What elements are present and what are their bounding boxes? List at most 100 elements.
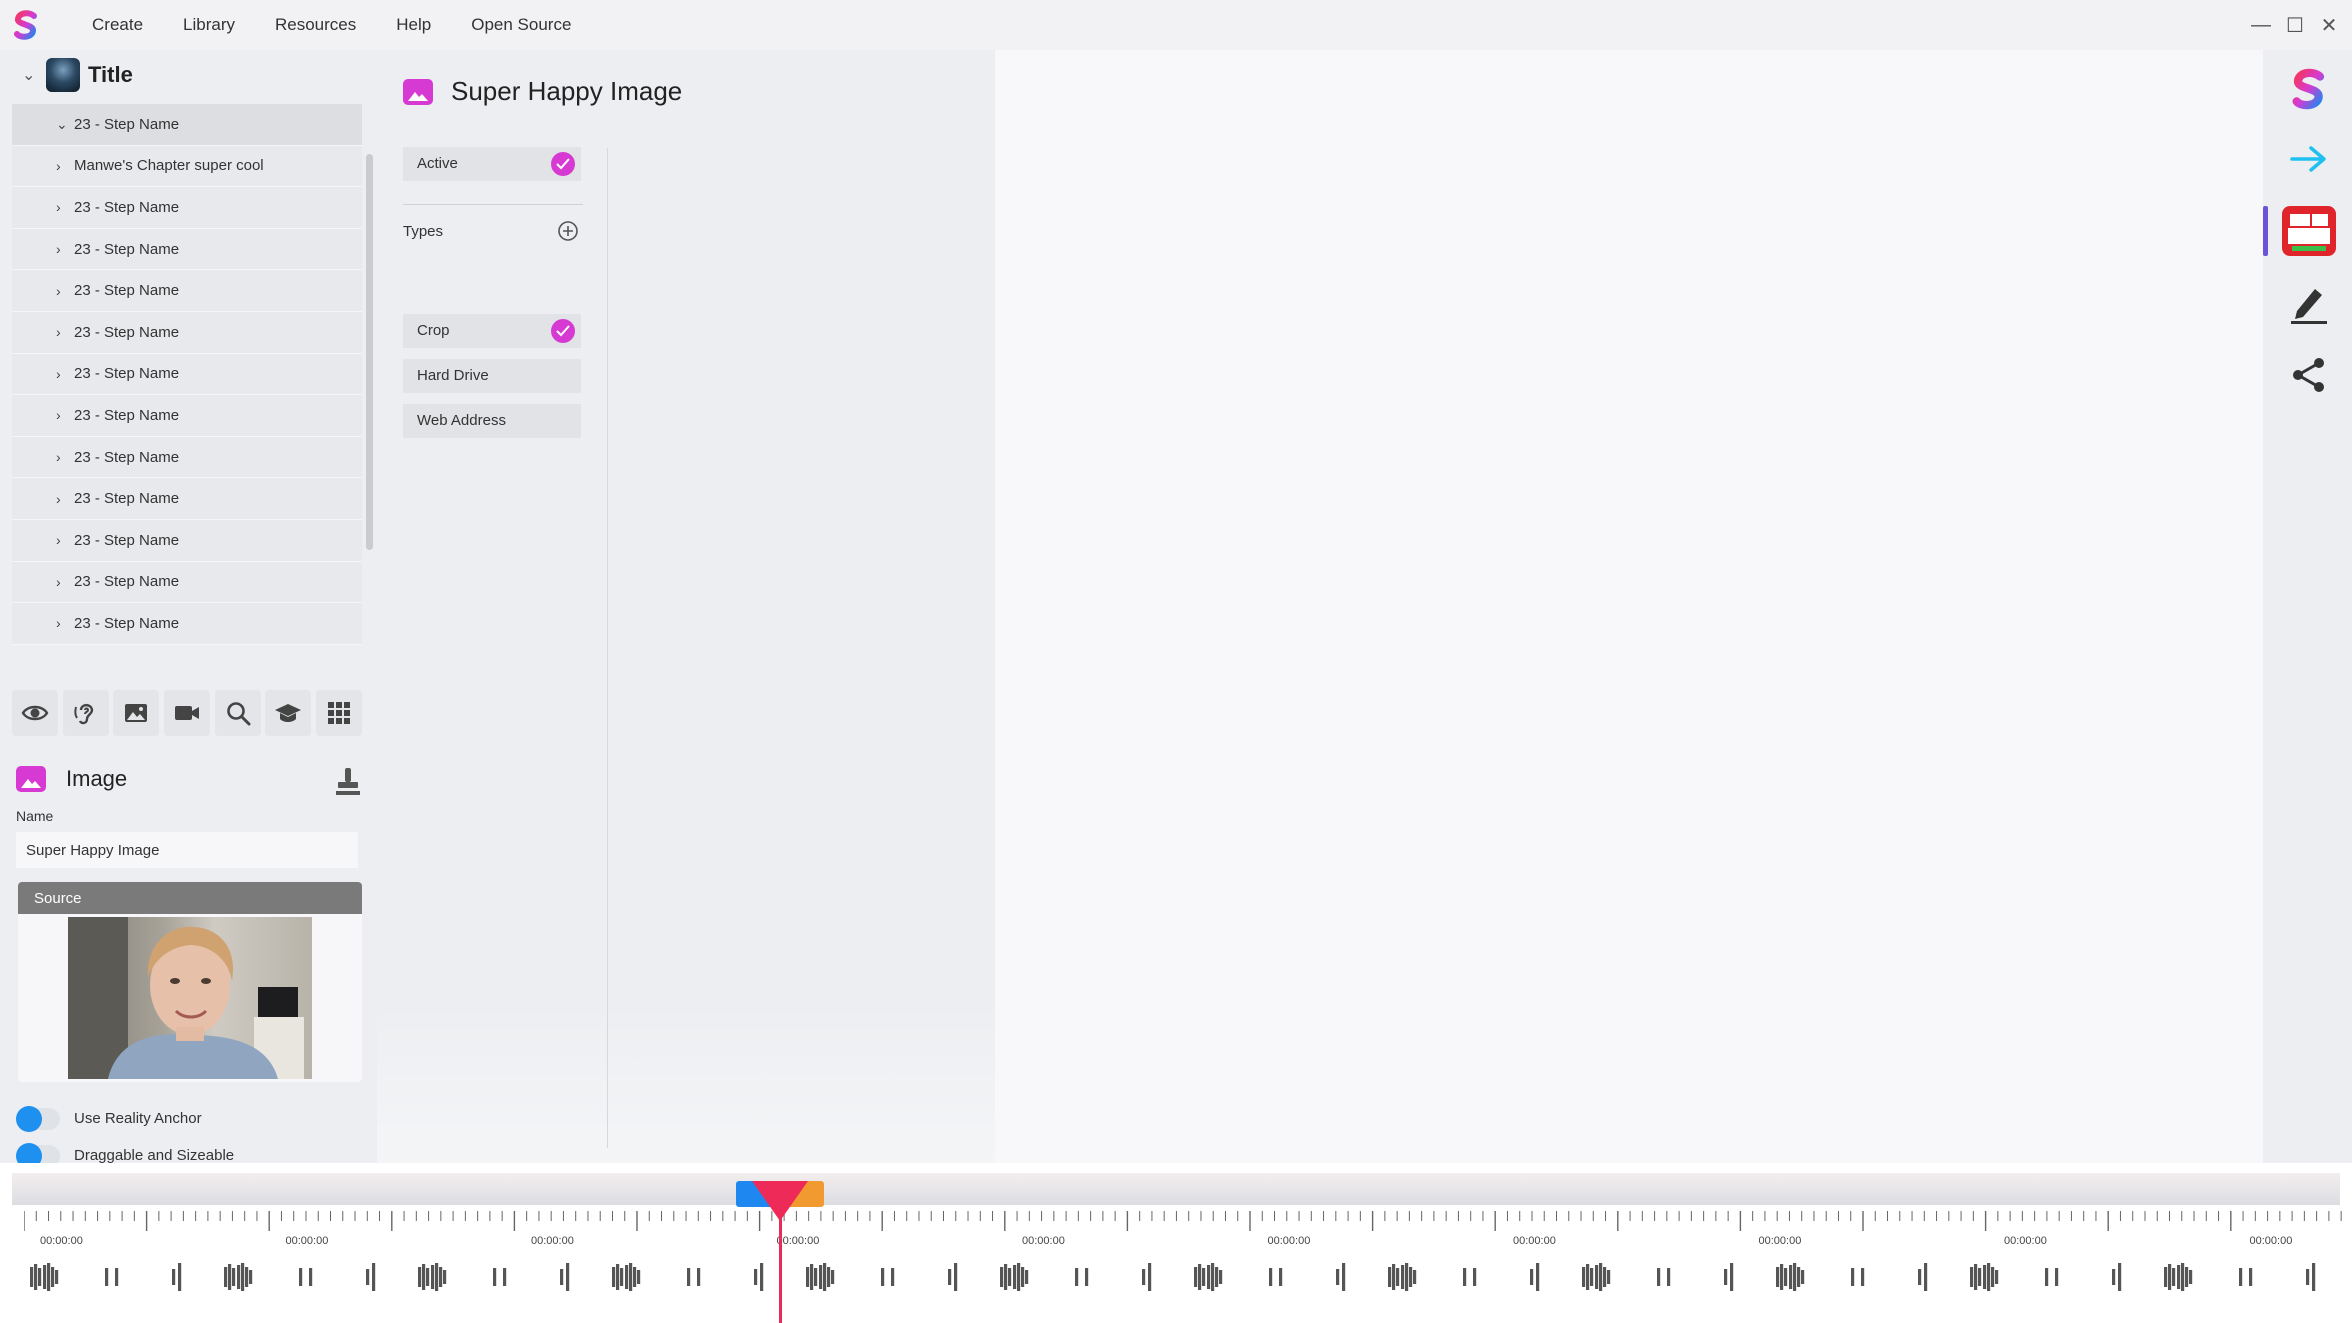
waveform-bar	[1987, 1263, 1991, 1291]
waveform-bar	[309, 1268, 313, 1286]
toggle-label: Use Reality Anchor	[74, 1110, 202, 1127]
grid-icon[interactable]	[315, 690, 362, 736]
tree-scrollbar[interactable]	[366, 154, 373, 550]
middle-panel: Super Happy Image Active Types Crop Hard…	[377, 50, 995, 1163]
minimize-icon[interactable]: —	[2244, 8, 2278, 42]
graduation-cap-icon[interactable]	[265, 690, 312, 736]
tree-item[interactable]: › 23 - Step Name	[12, 561, 362, 604]
chevron-right-icon[interactable]: ›	[56, 615, 74, 631]
waveform-bar	[1409, 1267, 1413, 1287]
waveform-bar	[806, 1267, 810, 1287]
menu-open-source[interactable]: Open Source	[451, 0, 591, 50]
waveform-bar	[754, 1269, 758, 1285]
hearing-icon[interactable]	[62, 690, 109, 736]
properties-title: Image	[66, 766, 128, 791]
portrait-photo	[68, 917, 304, 1079]
waveform-bar	[1970, 1267, 1974, 1287]
chevron-right-icon[interactable]: ›	[56, 491, 74, 507]
close-icon[interactable]: ✕	[2312, 8, 2346, 42]
tree-item[interactable]: › 23 - Step Name	[12, 395, 362, 437]
image-icon[interactable]	[113, 690, 160, 736]
check-icon[interactable]	[551, 152, 575, 176]
game-gen-icon[interactable]	[2282, 204, 2336, 258]
chevron-right-icon[interactable]: ›	[56, 158, 74, 174]
waveform-bar	[1657, 1268, 1661, 1286]
stamp-icon[interactable]	[335, 766, 361, 796]
waveform-bar	[241, 1263, 245, 1291]
check-icon[interactable]	[551, 319, 575, 343]
menu-bar: Create Library Resources Help Open Sourc…	[0, 0, 2352, 50]
tree-item[interactable]: › 23 - Step Name	[12, 228, 362, 271]
chevron-right-icon[interactable]: ›	[56, 449, 74, 465]
chevron-down-icon[interactable]: ⌄	[22, 65, 42, 85]
menu-help[interactable]: Help	[376, 0, 451, 50]
waveform-bar	[819, 1265, 823, 1289]
eye-icon[interactable]	[12, 690, 58, 736]
tree-item[interactable]: › 23 - Step Name	[12, 478, 362, 520]
tree-item[interactable]: › 23 - Step Name	[12, 270, 362, 312]
timecode-label: 00:00:00	[2249, 1235, 2293, 1247]
tree-item[interactable]: › 23 - Step Name	[12, 353, 362, 396]
chevron-right-icon[interactable]: ›	[56, 241, 74, 257]
pen-icon[interactable]	[2282, 276, 2336, 330]
tree-item[interactable]: › 23 - Step Name	[12, 187, 362, 229]
waveform-bar	[1142, 1269, 1146, 1285]
tree-item[interactable]: › 23 - Step Name	[12, 311, 362, 354]
maximize-icon[interactable]: ☐	[2278, 8, 2312, 42]
canvas-area[interactable]	[995, 50, 2263, 1163]
tree-item[interactable]: › Manwe's Chapter super cool	[12, 145, 362, 188]
timeline-track[interactable]	[12, 1173, 2340, 1205]
name-field[interactable]	[16, 832, 358, 868]
type-option-web-address[interactable]: Web Address	[403, 404, 581, 438]
tree-item[interactable]: › 23 - Step Name	[12, 519, 362, 562]
share-icon[interactable]	[2282, 348, 2336, 402]
menu-library[interactable]: Library	[163, 0, 255, 50]
waveform-bar	[1207, 1265, 1211, 1289]
tree-item-label: 23 - Step Name	[74, 448, 180, 466]
tree-item[interactable]: › 23 - Step Name	[12, 603, 362, 645]
tree-item[interactable]: ⌄ 23 - Step Name	[12, 104, 362, 146]
tree-header[interactable]: ⌄ Title	[0, 50, 377, 100]
waveform-segment	[1970, 1263, 2122, 1291]
source-box[interactable]: Source	[18, 882, 362, 1082]
waveform-bar	[1463, 1268, 1467, 1286]
chevron-right-icon[interactable]: ›	[56, 407, 74, 423]
chevron-down-icon[interactable]: ⌄	[56, 116, 74, 133]
timeline[interactable]: 00:00:00 00:00:00 00:00:00 00:00:00 00:00:00…	[0, 1163, 2352, 1323]
chevron-right-icon[interactable]: ›	[56, 532, 74, 548]
waveform-bar	[1995, 1270, 1999, 1284]
active-option[interactable]: Active	[403, 147, 581, 181]
type-option-crop[interactable]: Crop	[403, 314, 581, 348]
waveform-bar	[1021, 1267, 1025, 1287]
source-image[interactable]	[68, 917, 312, 1079]
playhead-handle[interactable]	[752, 1181, 808, 1221]
project-avatar	[46, 58, 80, 92]
arrow-right-icon[interactable]	[2282, 132, 2336, 186]
waveform-bar	[1202, 1268, 1206, 1286]
chevron-right-icon[interactable]: ›	[56, 366, 74, 382]
video-camera-icon[interactable]	[163, 690, 210, 736]
chevron-right-icon[interactable]: ›	[56, 574, 74, 590]
brand-s-icon[interactable]	[2282, 62, 2336, 116]
waveform-bar	[629, 1263, 633, 1291]
waveform-bar	[366, 1269, 370, 1285]
waveform-bar	[1392, 1264, 1396, 1290]
chevron-right-icon[interactable]: ›	[56, 324, 74, 340]
reality-anchor-toggle[interactable]	[16, 1105, 60, 1132]
tree-title: Title	[88, 62, 133, 87]
waveform-bar	[228, 1264, 232, 1290]
add-circle-icon[interactable]	[557, 220, 579, 242]
menu-resources[interactable]: Resources	[255, 0, 376, 50]
waveform-bar	[34, 1264, 38, 1290]
waveform-bar	[1013, 1265, 1017, 1289]
type-option-hard-drive[interactable]: Hard Drive	[403, 359, 581, 393]
chevron-right-icon[interactable]: ›	[56, 283, 74, 299]
tree-item[interactable]: › 23 - Step Name	[12, 436, 362, 479]
waveform-bar	[637, 1270, 641, 1284]
waveform-segment	[806, 1263, 958, 1291]
menu-create[interactable]: Create	[72, 0, 163, 50]
chevron-right-icon[interactable]: ›	[56, 199, 74, 215]
type-label: Hard Drive	[417, 367, 489, 384]
app-logo-icon[interactable]	[10, 9, 42, 41]
search-icon[interactable]	[214, 690, 261, 736]
